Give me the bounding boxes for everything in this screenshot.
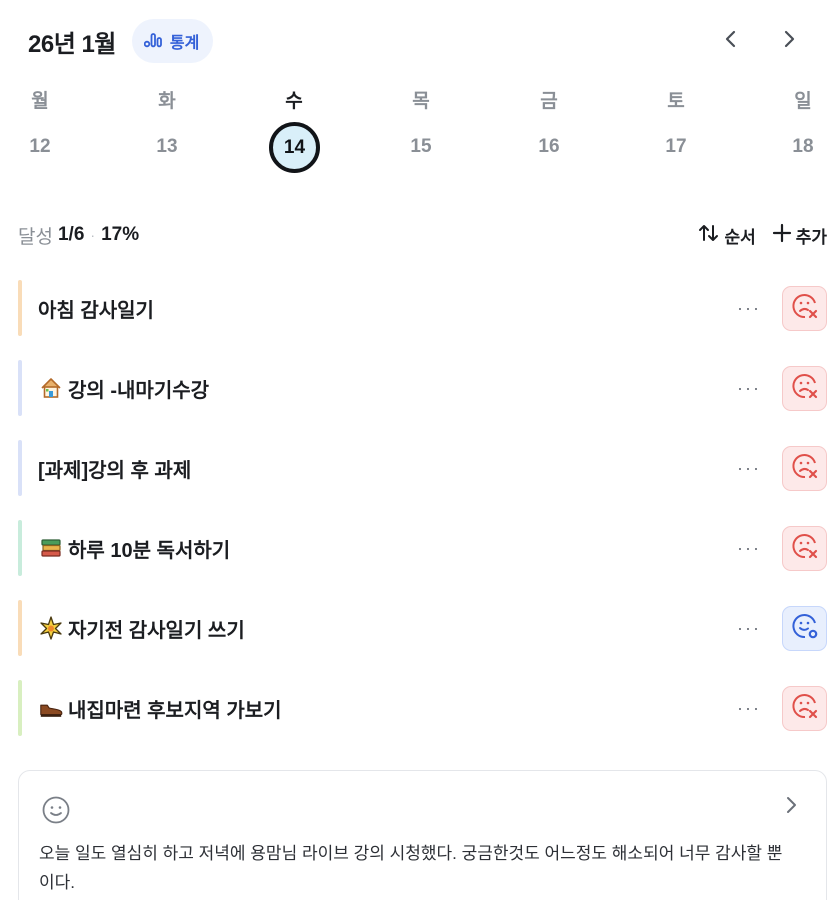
house-icon	[38, 375, 64, 401]
more-options-icon[interactable]: ···	[737, 378, 761, 399]
task-row[interactable]: 강의 -내마기수강 ···	[18, 360, 827, 416]
achievement-label: 달성	[18, 226, 53, 248]
more-options-icon[interactable]: ···	[737, 298, 761, 319]
chevron-right-icon	[782, 28, 796, 54]
sparkle-icon	[38, 615, 64, 641]
bar-chart-icon	[143, 30, 164, 53]
prev-week-button[interactable]	[719, 29, 743, 53]
task-title-text: 강의 -내마기수강	[68, 379, 210, 402]
task-row[interactable]: 아침 감사일기 ···	[18, 280, 827, 336]
stats-label: 통계	[169, 35, 200, 52]
separator-dot: ·	[90, 227, 96, 243]
calendar-header: 26년 1월 통계	[28, 18, 811, 64]
task-color-bar	[18, 600, 22, 656]
daily-memo-card[interactable]: 오늘 일도 열심히 하고 저녁에 용맘님 라이브 강의 시청했다. 궁금한것도 …	[18, 770, 827, 900]
status-fail-button[interactable]	[782, 526, 827, 571]
day-label: 목	[412, 91, 430, 112]
task-title-text: 내집마련 후보지역 가보기	[68, 699, 282, 722]
smiley-icon	[41, 795, 71, 830]
day-number: 13	[156, 136, 178, 157]
add-label: 추가	[795, 227, 827, 247]
achievement-count: 1/6	[57, 224, 85, 245]
sort-label: 순서	[724, 227, 756, 247]
sad-face-x-icon	[789, 530, 821, 567]
task-title: 강의 -내마기수강	[38, 374, 209, 403]
task-color-bar	[18, 680, 22, 736]
day-number: 17	[665, 136, 687, 157]
books-icon	[38, 535, 64, 561]
status-fail-button[interactable]	[782, 446, 827, 491]
day-label: 토	[667, 91, 685, 112]
shoe-icon	[38, 695, 64, 721]
task-color-bar	[18, 360, 22, 416]
achievement-percent: 17%	[101, 224, 140, 245]
day-number: 16	[538, 136, 560, 157]
status-fail-button[interactable]	[782, 286, 827, 331]
month-title: 26년 1월	[28, 30, 116, 58]
day-label: 금	[540, 91, 558, 112]
task-title: 내집마련 후보지역 가보기	[38, 694, 282, 723]
task-row[interactable]: 내집마련 후보지역 가보기 ···	[18, 680, 827, 736]
achievement-summary: 달성 1/6 · 17% 순서 추가	[18, 220, 827, 250]
smile-face-o-icon	[789, 610, 821, 647]
sad-face-x-icon	[789, 370, 821, 407]
more-options-icon[interactable]: ···	[737, 618, 761, 639]
sad-face-x-icon	[789, 450, 821, 487]
sad-face-x-icon	[789, 290, 821, 327]
day-number: 12	[29, 136, 51, 157]
task-title: 하루 10분 독서하기	[38, 534, 230, 563]
status-fail-button[interactable]	[782, 366, 827, 411]
add-task-button[interactable]: 추가	[772, 223, 827, 248]
sort-arrows-icon	[698, 223, 720, 248]
plus-icon	[772, 223, 792, 248]
week-strip: 월 12 화 13 수 목 15 금 16 토 17 일 18	[0, 82, 827, 182]
status-done-button[interactable]	[782, 606, 827, 651]
more-options-icon[interactable]: ···	[737, 538, 761, 559]
task-row[interactable]: 하루 10분 독서하기 ···	[18, 520, 827, 576]
day-number: 15	[410, 136, 432, 157]
day-label: 화	[158, 91, 176, 112]
task-title: 자기전 감사일기 쓰기	[38, 614, 245, 643]
task-title-text: [과제]강의 후 과제	[38, 459, 192, 482]
task-title-text: 하루 10분 독서하기	[68, 539, 231, 562]
task-title-text: 자기전 감사일기 쓰기	[68, 619, 245, 642]
more-options-icon[interactable]: ···	[737, 698, 761, 719]
chevron-left-icon	[724, 28, 738, 54]
week-nav	[719, 29, 801, 53]
task-title: [과제]강의 후 과제	[38, 454, 191, 483]
more-options-icon[interactable]: ···	[737, 458, 761, 479]
task-color-bar	[18, 280, 22, 336]
task-color-bar	[18, 440, 22, 496]
task-title: 아침 감사일기	[38, 294, 154, 323]
task-row[interactable]: 자기전 감사일기 쓰기 ···	[18, 600, 827, 656]
list-actions: 순서 추가	[698, 223, 827, 248]
day-label: 일	[794, 91, 812, 112]
chevron-right-icon[interactable]	[784, 795, 798, 821]
task-color-bar	[18, 520, 22, 576]
day-label: 월	[31, 91, 49, 112]
status-fail-button[interactable]	[782, 686, 827, 731]
memo-text: 오늘 일도 열심히 하고 저녁에 용맘님 라이브 강의 시청했다. 궁금한것도 …	[39, 844, 783, 892]
sad-face-x-icon	[789, 690, 821, 727]
day-label: 수	[285, 91, 303, 112]
sort-button[interactable]: 순서	[698, 223, 756, 248]
next-week-button[interactable]	[777, 29, 801, 53]
stats-button[interactable]: 통계	[131, 19, 214, 63]
task-title-text: 아침 감사일기	[38, 299, 154, 322]
day-number: 18	[792, 136, 814, 157]
task-row[interactable]: [과제]강의 후 과제 ···	[18, 440, 827, 496]
selected-day-number[interactable]: 14	[269, 122, 320, 173]
